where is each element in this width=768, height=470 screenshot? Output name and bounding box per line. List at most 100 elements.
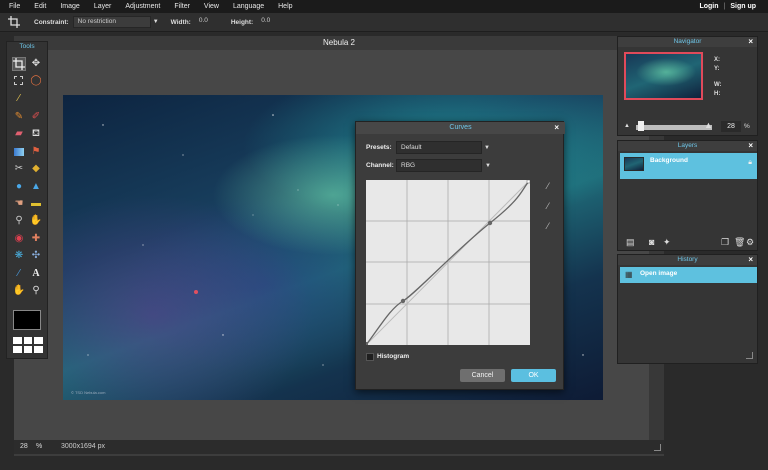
- zoom-in-mountain-icon[interactable]: ▲: [704, 120, 713, 130]
- constraint-select[interactable]: No restriction ▼: [72, 16, 159, 28]
- adjustments-icon[interactable]: ✦: [663, 237, 671, 248]
- delete-layer-icon[interactable]: 🗑︎: [734, 237, 745, 248]
- menu-edit[interactable]: Edit: [27, 3, 53, 10]
- foreground-color-swatch[interactable]: [13, 310, 41, 330]
- menu-language[interactable]: Language: [226, 3, 271, 10]
- channel-chevron-down-icon[interactable]: ▼: [485, 163, 491, 169]
- menubar: File Edit Image Layer Adjustment Filter …: [0, 0, 768, 13]
- zoom-icon[interactable]: ⚲: [29, 284, 43, 298]
- tool-grid-icon[interactable]: [13, 337, 43, 353]
- brush-icon[interactable]: ✐: [29, 110, 43, 124]
- pinch-icon[interactable]: ✣: [29, 249, 43, 263]
- resize-grip-icon[interactable]: [654, 444, 661, 451]
- crop-tool-icon: [8, 16, 20, 28]
- menu-view[interactable]: View: [197, 3, 226, 10]
- curve-point[interactable]: [400, 298, 406, 304]
- image-watermark: © TSD Nebula.com: [71, 390, 106, 395]
- crop-icon[interactable]: [12, 57, 26, 71]
- navigator-close-icon[interactable]: ×: [748, 38, 753, 46]
- menu-adjustment[interactable]: Adjustment: [118, 3, 167, 10]
- menu-file[interactable]: File: [0, 3, 27, 10]
- pencil-icon[interactable]: ✎: [12, 110, 26, 124]
- presets-label: Presets:: [366, 144, 392, 151]
- lock-icon: 🔒︎: [748, 159, 752, 166]
- cancel-button[interactable]: Cancel: [460, 369, 505, 382]
- marquee-icon[interactable]: [12, 74, 26, 88]
- curve-point[interactable]: [487, 220, 493, 226]
- smudge-icon[interactable]: ☚: [12, 197, 26, 211]
- presets-chevron-down-icon[interactable]: ▼: [484, 145, 490, 151]
- sharpen-icon[interactable]: ▲: [29, 180, 43, 194]
- zoom-slider-knob[interactable]: [638, 121, 644, 131]
- red-eye-icon[interactable]: ◉: [12, 232, 26, 246]
- menu-filter[interactable]: Filter: [167, 3, 197, 10]
- layer-row[interactable]: Background 🔒︎: [620, 153, 757, 179]
- curves-plot[interactable]: [365, 179, 531, 346]
- history-close-icon[interactable]: ×: [748, 256, 753, 264]
- paint-bucket-icon[interactable]: ⛾: [29, 127, 43, 141]
- layer-settings-icon[interactable]: ⚙: [746, 237, 754, 248]
- new-layer-icon[interactable]: ❐: [721, 237, 729, 248]
- bloat-icon[interactable]: ❋: [12, 249, 26, 263]
- menu-help[interactable]: Help: [271, 3, 299, 10]
- sponge-icon[interactable]: ▬: [29, 197, 43, 211]
- navigator-title-bar: Navigator ×: [618, 37, 757, 47]
- status-bar: 28 % 3000x1694 px: [14, 440, 664, 454]
- history-panel: History × ▦ Open image: [617, 254, 758, 364]
- history-title: History: [677, 256, 698, 263]
- drawing-icon[interactable]: ◆: [29, 162, 43, 176]
- curves-close-icon[interactable]: ×: [554, 124, 559, 132]
- blur-icon[interactable]: ●: [12, 180, 26, 194]
- resize-grip-icon[interactable]: [746, 352, 753, 359]
- navigator-thumbnail[interactable]: [624, 52, 703, 100]
- layer-mask-icon[interactable]: ◙: [649, 237, 654, 247]
- move-icon[interactable]: ✥: [29, 57, 43, 71]
- presets-value: Default: [401, 144, 422, 151]
- white-point-eyedropper-icon[interactable]: ⁄: [542, 220, 554, 232]
- magic-wand-icon[interactable]: ⁄: [12, 92, 26, 106]
- hand-icon[interactable]: ✋: [12, 284, 26, 298]
- navigator-title: Navigator: [673, 38, 702, 45]
- nav-w-label: W:: [714, 82, 722, 88]
- gray-point-eyedropper-icon[interactable]: ⁄: [542, 200, 554, 212]
- histogram-label: Histogram: [377, 353, 410, 360]
- lasso-icon[interactable]: ◯: [29, 74, 43, 88]
- layers-panel: Layers × Background 🔒︎ ▤ ◙ ✦ ❐ 🗑︎ ⚙: [617, 140, 758, 251]
- zoom-slider-track[interactable]: [636, 125, 712, 130]
- zoom-out-mountain-icon[interactable]: ▲: [624, 123, 630, 129]
- history-item[interactable]: ▦ Open image: [620, 267, 757, 283]
- ok-button[interactable]: OK: [511, 369, 556, 382]
- type-icon[interactable]: A: [29, 267, 43, 281]
- auth-separator: |: [723, 3, 726, 10]
- curves-graph[interactable]: [365, 179, 531, 346]
- layer-name: Background: [650, 157, 688, 164]
- menu-image[interactable]: Image: [53, 3, 86, 10]
- burn-icon[interactable]: ✋: [29, 214, 43, 228]
- histogram-checkbox[interactable]: [366, 353, 374, 361]
- layer-styles-icon[interactable]: ▤: [626, 237, 635, 248]
- signup-link[interactable]: Sign up: [730, 3, 756, 10]
- layers-title: Layers: [677, 142, 698, 149]
- layers-close-icon[interactable]: ×: [748, 142, 753, 150]
- black-point-eyedropper-icon[interactable]: ⁄: [542, 180, 554, 192]
- presets-select[interactable]: Default: [396, 141, 482, 154]
- layer-thumbnail: [624, 157, 644, 171]
- navigator-zoom-input[interactable]: 28: [721, 121, 741, 132]
- spot-heal-icon[interactable]: ✚: [29, 232, 43, 246]
- login-link[interactable]: Login: [699, 3, 718, 10]
- tools-title: Tools: [19, 43, 35, 50]
- eraser-icon[interactable]: ▰: [12, 127, 26, 141]
- menu-layer[interactable]: Layer: [87, 3, 119, 10]
- nav-h-label: H:: [714, 91, 721, 97]
- color-replace-icon[interactable]: ✂: [12, 162, 26, 176]
- stamp-icon[interactable]: ⚑: [29, 145, 43, 159]
- height-input[interactable]: 0.0: [257, 16, 281, 28]
- width-input[interactable]: 0.0: [195, 16, 219, 28]
- color-picker-icon[interactable]: ⁄: [12, 267, 26, 281]
- channel-select[interactable]: RBG: [396, 159, 482, 172]
- status-zoom-value[interactable]: 28: [20, 443, 28, 450]
- dodge-icon[interactable]: ⚲: [12, 214, 26, 228]
- gradient-icon[interactable]: [12, 145, 26, 159]
- open-image-icon: ▦: [625, 270, 633, 279]
- document-window: Nebula 2 © TSD Nebula.com 28 % 3000x1694…: [14, 36, 664, 456]
